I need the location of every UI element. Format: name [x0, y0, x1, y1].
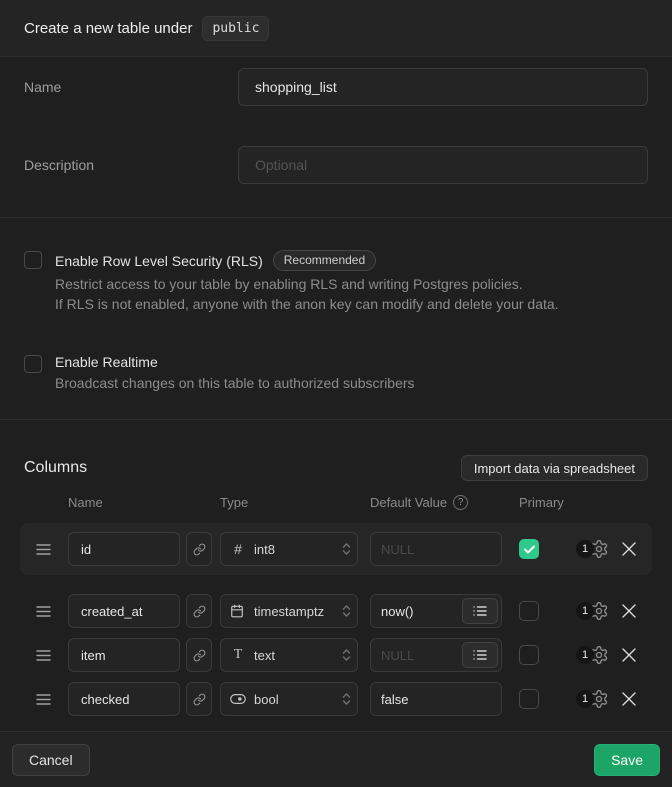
column-name-input[interactable] — [68, 638, 180, 672]
settings-count-badge: 1 — [576, 690, 594, 708]
chevron-up-down-icon — [342, 603, 351, 619]
primary-checkbox[interactable] — [519, 601, 539, 621]
chevron-up-down-icon — [342, 691, 351, 707]
table-name-input[interactable] — [238, 68, 648, 106]
dialog-title: Create a new table under — [24, 20, 192, 37]
rls-checkbox[interactable] — [24, 251, 42, 269]
toggles-section: Enable Row Level Security (RLS) Recommen… — [0, 218, 672, 420]
save-button[interactable]: Save — [594, 744, 660, 776]
header-primary: Primary — [519, 495, 564, 510]
settings-count-badge: 1 — [576, 646, 594, 664]
description-label: Description — [24, 146, 238, 184]
name-field-row: Name — [24, 68, 648, 106]
table-description-input[interactable] — [238, 146, 648, 184]
column-settings-button[interactable]: 1 — [576, 645, 609, 665]
recommended-badge: Recommended — [273, 250, 376, 271]
text-icon: T — [230, 647, 246, 663]
column-row-id: # int8 1 — [20, 523, 652, 575]
realtime-description: Broadcast changes on this table to autho… — [55, 373, 415, 393]
help-icon[interactable]: ? — [453, 495, 468, 510]
toggle-icon — [230, 693, 246, 705]
delete-column-icon[interactable] — [622, 542, 636, 556]
column-row-checked: bool 1 — [20, 677, 652, 721]
realtime-text-block: Enable Realtime Broadcast changes on thi… — [55, 354, 415, 393]
column-rows: # int8 1 — [20, 523, 652, 721]
drag-handle-icon[interactable] — [36, 543, 52, 556]
primary-checkbox[interactable] — [519, 689, 539, 709]
default-suggestions-button[interactable] — [462, 598, 498, 624]
columns-table-header: Name Type Default Value ? Primary — [20, 495, 652, 510]
primary-checkbox[interactable] — [519, 645, 539, 665]
header-default-value: Default Value — [370, 495, 447, 510]
default-suggestions-button[interactable] — [462, 642, 498, 668]
name-label: Name — [24, 68, 238, 106]
calendar-icon — [230, 604, 246, 618]
foreign-key-link-icon[interactable] — [186, 594, 212, 628]
header-name: Name — [68, 495, 220, 510]
column-name-input[interactable] — [68, 594, 180, 628]
chevron-up-down-icon — [342, 541, 351, 557]
description-field-row: Description — [24, 146, 648, 184]
foreign-key-link-icon[interactable] — [186, 638, 212, 672]
drag-handle-icon[interactable] — [36, 649, 52, 662]
column-type-select[interactable]: # int8 — [220, 532, 358, 566]
delete-column-icon[interactable] — [622, 604, 636, 618]
drag-handle-icon[interactable] — [36, 605, 52, 618]
column-name-input[interactable] — [68, 682, 180, 716]
columns-section: Columns Import data via spreadsheet Name… — [0, 420, 672, 731]
header-type: Type — [220, 495, 370, 510]
settings-count-badge: 1 — [576, 540, 594, 558]
hash-icon: # — [230, 541, 246, 557]
realtime-checkbox[interactable] — [24, 355, 42, 373]
column-name-input[interactable] — [68, 532, 180, 566]
default-value-input[interactable] — [370, 682, 502, 716]
settings-count-badge: 1 — [576, 602, 594, 620]
import-spreadsheet-button[interactable]: Import data via spreadsheet — [461, 455, 648, 481]
foreign-key-link-icon[interactable] — [186, 532, 212, 566]
cancel-button[interactable]: Cancel — [12, 744, 90, 776]
column-type-select[interactable]: T text — [220, 638, 358, 672]
delete-column-icon[interactable] — [622, 648, 636, 662]
column-settings-button[interactable]: 1 — [576, 601, 609, 621]
realtime-toggle-row: Enable Realtime Broadcast changes on thi… — [24, 354, 648, 393]
column-settings-button[interactable]: 1 — [576, 689, 609, 709]
rls-text-block: Enable Row Level Security (RLS) Recommen… — [55, 250, 559, 314]
schema-badge: public — [202, 16, 269, 41]
columns-title: Columns — [24, 459, 87, 477]
drag-handle-icon[interactable] — [36, 693, 52, 706]
foreign-key-link-icon[interactable] — [186, 682, 212, 716]
rls-description-line1: Restrict access to your table by enablin… — [55, 274, 559, 294]
rls-description-line2: If RLS is not enabled, anyone with the a… — [55, 294, 559, 314]
general-fields-section: Name Description — [0, 57, 672, 218]
dialog-footer: Cancel Save — [0, 731, 672, 787]
chevron-up-down-icon — [342, 647, 351, 663]
delete-column-icon[interactable] — [622, 692, 636, 706]
dialog-header: Create a new table under public — [0, 0, 672, 57]
primary-checkbox[interactable] — [519, 539, 539, 559]
rls-label: Enable Row Level Security (RLS) — [55, 253, 263, 269]
create-table-dialog: Create a new table under public Name Des… — [0, 0, 672, 787]
column-row-created-at: timestamptz 1 — [20, 589, 652, 633]
column-settings-button[interactable]: 1 — [576, 539, 609, 559]
rls-toggle-row: Enable Row Level Security (RLS) Recommen… — [24, 250, 648, 314]
realtime-label: Enable Realtime — [55, 354, 158, 370]
column-type-select[interactable]: timestamptz — [220, 594, 358, 628]
default-value-input[interactable] — [370, 532, 502, 566]
column-row-item: T text 1 — [20, 633, 652, 677]
column-type-select[interactable]: bool — [220, 682, 358, 716]
